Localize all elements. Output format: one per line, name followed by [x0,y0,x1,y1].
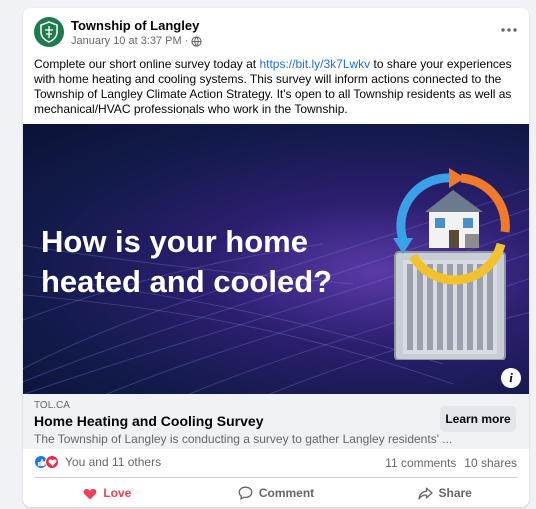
survey-link[interactable]: https://bit.ly/3k7Lwkv [259,57,370,71]
heart-icon [84,488,97,499]
share-label: Share [438,486,472,500]
post-timestamp[interactable]: January 10 at 3:37 PM [71,35,182,47]
post-card: Township of Langley January 10 at 3:37 P… [23,8,529,507]
share-arrow-icon [417,487,433,499]
link-preview-image[interactable]: How is your home heated and cooled? i [23,124,529,394]
reactors-text: You and 11 others [65,455,162,469]
love-label: Love [103,486,132,500]
comment-label: Comment [258,486,315,500]
shares-count[interactable]: 10 shares [464,456,517,470]
love-reaction-icon [45,455,59,469]
engagement-stats: You and 11 others 11 comments 10 shares [23,449,529,475]
post-actions: Love Comment Share [23,479,529,507]
township-logo-icon [40,21,58,43]
share-button[interactable]: Share [360,479,529,507]
link-title[interactable]: Home Heating and Cooling Survey [34,413,263,429]
page-name[interactable]: Township of Langley [71,18,199,33]
globe-icon [191,35,202,47]
link-domain: TOL.CA [34,400,70,411]
comment-button[interactable]: Comment [192,479,361,507]
hero-headline: How is your home heated and cooled? [41,224,333,299]
post-header: Township of Langley January 10 at 3:37 P… [23,8,529,54]
hvac-house-illustration [393,168,510,360]
comment-icon [238,486,253,500]
info-badge-button[interactable]: i [501,368,521,388]
post-meta: January 10 at 3:37 PM · [71,35,202,47]
reactions-summary[interactable]: You and 11 others [34,455,161,469]
love-button[interactable]: Love [23,479,192,507]
meta-separator: · [184,35,189,47]
link-description: The Township of Langley is conducting a … [34,432,453,446]
learn-more-button[interactable]: Learn more [440,406,516,432]
engagement-counts: 11 comments 10 shares [385,456,517,470]
comments-count[interactable]: 11 comments [385,456,456,470]
page-avatar[interactable] [34,17,64,47]
more-options-button[interactable] [501,20,517,38]
post-message: Complete our short online survey today a… [34,57,518,117]
post-text-start: Complete our short online survey today a… [34,57,260,71]
link-preview-footer[interactable]: TOL.CA Home Heating and Cooling Survey T… [23,394,529,449]
actions-divider [34,477,518,478]
ellipsis-icon [501,28,517,32]
